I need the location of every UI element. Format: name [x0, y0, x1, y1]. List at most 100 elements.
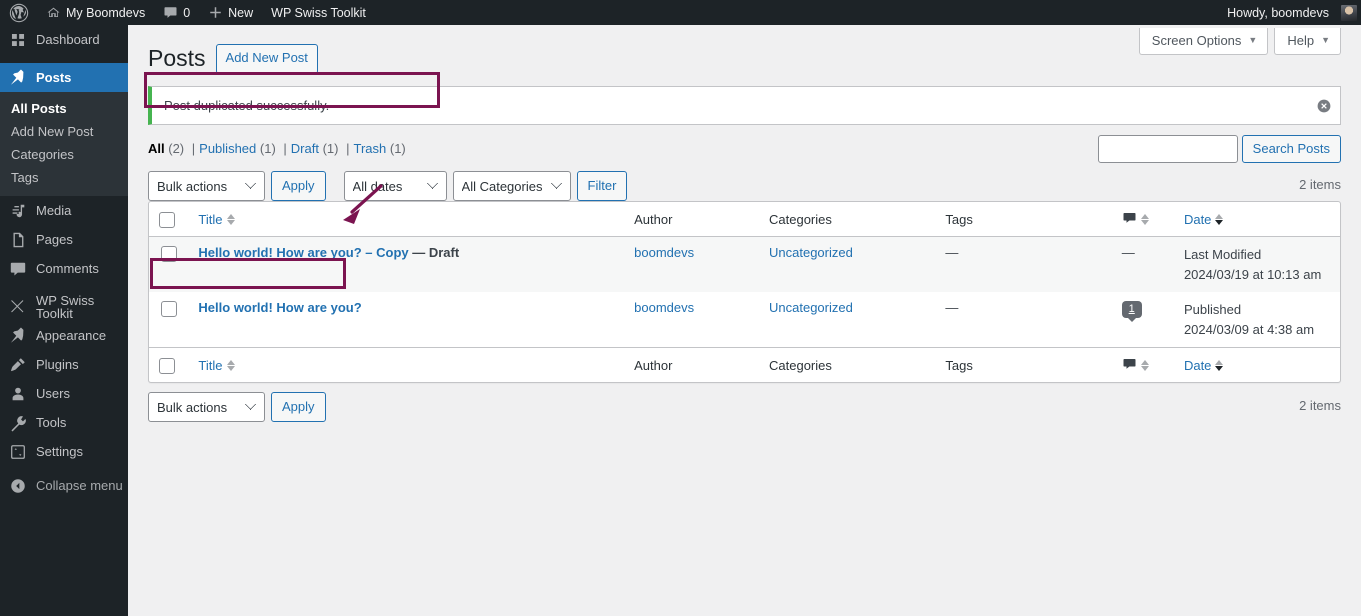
post-state-label: — Draft: [412, 245, 460, 261]
page-title: Posts: [148, 45, 206, 71]
help-button[interactable]: Help ▼: [1274, 28, 1341, 55]
sidebar-subitem-all-posts[interactable]: All Posts: [0, 97, 128, 120]
sidebar-item-pages[interactable]: Pages: [0, 225, 128, 254]
avatar: [1341, 4, 1357, 21]
sidebar-subitem-categories[interactable]: Categories: [0, 143, 128, 166]
site-name-label: My Boomdevs: [66, 5, 146, 20]
pages-icon: [9, 231, 27, 249]
filter-link-trash[interactable]: Trash: [354, 141, 387, 156]
filter-separator: |: [283, 141, 287, 157]
category-link[interactable]: Uncategorized: [769, 300, 853, 315]
row-categories-cell: Uncategorized: [759, 292, 935, 347]
sort-by-title-link-footer[interactable]: Title: [198, 358, 235, 373]
sidebar-item-appearance[interactable]: Appearance: [0, 321, 128, 350]
bulk-actions-select-bottom[interactable]: Bulk actions Edit Move to Trash: [148, 392, 265, 423]
comments-bubble-icon: [1122, 356, 1137, 374]
column-title-label: Title: [198, 211, 223, 227]
sort-by-comments-link[interactable]: [1122, 210, 1149, 228]
column-tags-label: Tags: [945, 357, 973, 373]
sidebar-item-posts[interactable]: Posts: [0, 63, 136, 92]
collapse-arrow-icon: [9, 477, 27, 495]
sidebar-divider: [0, 54, 128, 63]
filter-link-draft[interactable]: Draft: [291, 141, 319, 156]
filter-link-all[interactable]: All: [148, 141, 165, 156]
sort-indicator-icon: [1215, 359, 1224, 371]
site-name-menu[interactable]: My Boomdevs: [37, 0, 154, 25]
select-all-footer: [149, 347, 189, 382]
column-header-comments[interactable]: [1111, 202, 1174, 238]
new-content-button[interactable]: New: [199, 0, 262, 25]
bulk-actions-select-top[interactable]: Bulk actions Edit Move to Trash: [148, 171, 265, 202]
select-all-checkbox-top[interactable]: [159, 211, 175, 228]
select-all-header: [149, 202, 189, 238]
row-tags-cell: —: [935, 292, 1111, 347]
author-link[interactable]: boomdevs: [634, 245, 694, 260]
sidebar-subitem-add-new-post[interactable]: Add New Post: [0, 120, 128, 143]
sort-by-date-link-footer[interactable]: Date: [1184, 358, 1224, 373]
sidebar-item-wp-swiss-toolkit[interactable]: WP Swiss Toolkit: [0, 292, 128, 321]
comments-count: 0: [183, 5, 191, 20]
wp-swiss-toolkit-adminbar-button[interactable]: WP Swiss Toolkit: [262, 0, 375, 25]
apply-bulk-action-button-bottom[interactable]: Apply: [271, 392, 326, 423]
sidebar-item-settings[interactable]: Settings: [0, 437, 128, 466]
my-account-menu[interactable]: Howdy, boomdevs: [1218, 0, 1357, 25]
apply-bulk-action-button-top[interactable]: Apply: [271, 171, 326, 202]
sidebar-item-label: Tools: [36, 415, 67, 430]
collapse-menu-button[interactable]: Collapse menu: [0, 471, 128, 500]
sidebar-item-tools[interactable]: Tools: [0, 408, 128, 437]
date-value: 2024/03/09 at 4:38 am: [1183, 321, 1315, 337]
column-categories-label: Categories: [769, 357, 832, 373]
search-box: Search Posts: [1097, 135, 1341, 163]
new-label: New: [228, 5, 254, 20]
add-new-post-button[interactable]: Add New Post: [215, 44, 318, 74]
row-checkbox[interactable]: [161, 245, 177, 262]
comment-count-badge[interactable]: 1: [1121, 301, 1142, 323]
screen-options-button[interactable]: Screen Options ▼: [1138, 28, 1269, 55]
sort-by-date-link[interactable]: Date: [1184, 212, 1224, 227]
author-link[interactable]: boomdevs: [634, 300, 694, 315]
sidebar-subitem-tags[interactable]: Tags: [0, 166, 128, 189]
sidebar-item-plugins[interactable]: Plugins: [0, 350, 128, 379]
date-filter-select[interactable]: All dates March 2024: [343, 171, 447, 202]
pin-icon: [9, 68, 27, 87]
table-header-row: Title Author Categories Tags Date: [149, 202, 1340, 238]
dismiss-circle-x-icon[interactable]: [1314, 96, 1334, 116]
row-title-cell: Hello world! How are you? – Copy — Draft: [188, 237, 624, 292]
admin-sidebar-menu: Dashboard Posts All Posts Add New Post C…: [0, 25, 136, 616]
select-all-checkbox-bottom[interactable]: [159, 357, 175, 374]
table-row: Hello world! How are you? boomdevs Uncat…: [149, 292, 1340, 348]
row-checkbox[interactable]: [161, 300, 177, 317]
category-filter-select[interactable]: All Categories Uncategorized: [452, 171, 571, 202]
row-select-cell: [149, 292, 188, 347]
column-footer-title[interactable]: Title: [188, 347, 625, 382]
sort-by-comments-link-footer[interactable]: [1122, 356, 1149, 374]
post-title-link[interactable]: Hello world! How are you?: [198, 300, 361, 315]
comments-bubble-icon: [1122, 210, 1137, 228]
tags-value: —: [945, 245, 959, 261]
home-icon: [46, 5, 61, 20]
sidebar-item-label: Media: [36, 203, 72, 218]
column-footer-date[interactable]: Date: [1173, 347, 1340, 382]
sidebar-item-comments[interactable]: Comments: [0, 254, 128, 283]
sidebar-item-dashboard[interactable]: Dashboard: [0, 25, 128, 54]
filter-link-published[interactable]: Published: [199, 141, 256, 156]
table-head: Title Author Categories Tags Date: [149, 202, 1340, 238]
post-title-link[interactable]: Hello world! How are you? – Copy: [198, 245, 408, 260]
users-icon: [9, 385, 27, 403]
column-footer-comments[interactable]: [1111, 347, 1174, 382]
wordpress-logo-button[interactable]: [0, 0, 37, 25]
howdy-label: Howdy, boomdevs: [1227, 5, 1329, 20]
column-header-date[interactable]: Date: [1173, 202, 1340, 238]
column-header-title[interactable]: Title: [188, 202, 625, 238]
filter-button[interactable]: Filter: [576, 171, 628, 202]
sidebar-item-media[interactable]: Media: [0, 196, 128, 225]
filter-count-all: (2): [168, 141, 185, 157]
row-tags-cell: —: [935, 237, 1111, 292]
search-input[interactable]: [1097, 135, 1238, 163]
sidebar-item-label: Pages: [36, 232, 73, 247]
search-posts-button[interactable]: Search Posts: [1241, 135, 1341, 163]
sidebar-item-users[interactable]: Users: [0, 379, 128, 408]
category-link[interactable]: Uncategorized: [769, 245, 853, 260]
comments-bubble-button[interactable]: 0: [154, 0, 199, 25]
sort-by-title-link[interactable]: Title: [198, 211, 235, 227]
